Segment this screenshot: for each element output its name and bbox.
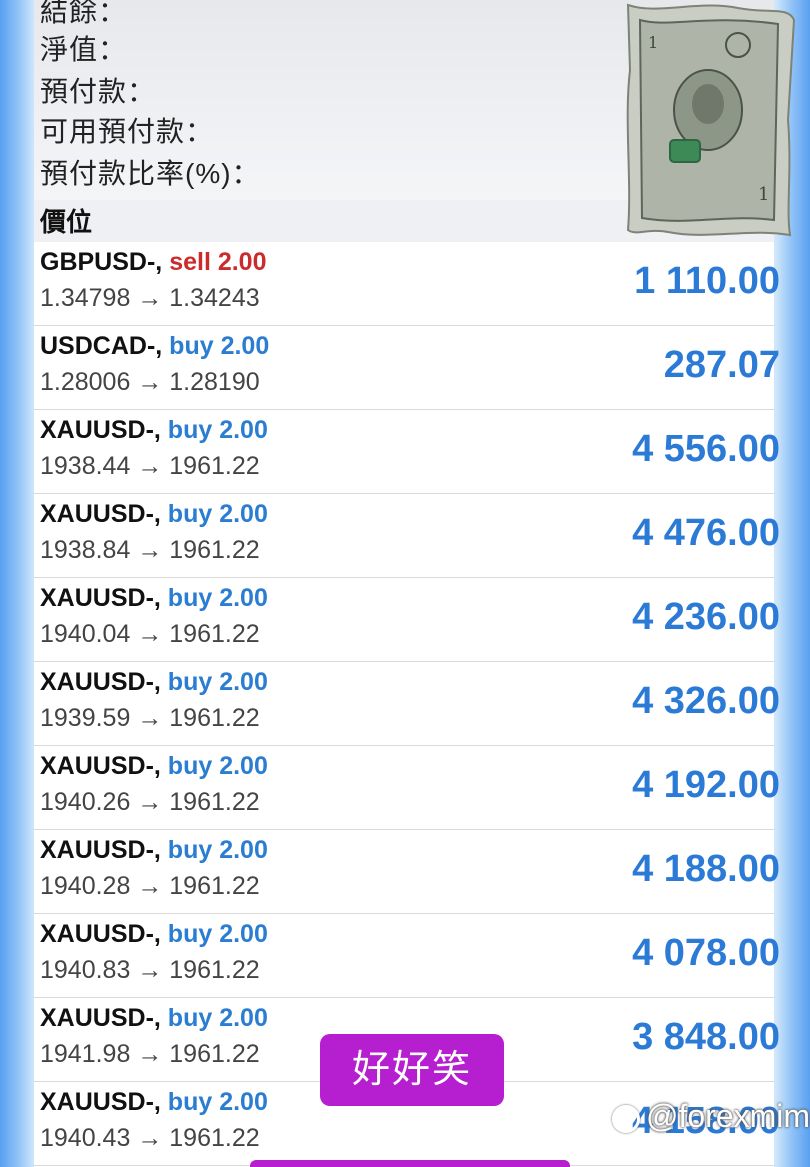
position-symbol: XAUUSD-,	[40, 416, 161, 444]
position-row[interactable]: XAUUSD-, buy 2.00 1938.44 → 1961.22 4 55…	[34, 410, 780, 494]
position-side: buy 2.00	[167, 1088, 268, 1116]
position-prices: 1.28006 → 1.28190	[40, 368, 260, 396]
position-row[interactable]: USDCAD-, buy 2.00 1.28006 → 1.28190 287.…	[34, 326, 780, 410]
position-row[interactable]: XAUUSD-, buy 2.00 1939.59 → 1961.22 4 32…	[34, 662, 780, 746]
position-prices: 1938.44 → 1961.22	[40, 452, 260, 480]
position-side: buy 2.00	[167, 584, 268, 612]
position-prices: 1941.98 → 1961.22	[40, 1040, 260, 1068]
position-prices: 1940.83 → 1961.22	[40, 956, 260, 984]
balance-label: 結餘：	[40, 0, 128, 27]
svg-text:1: 1	[648, 33, 658, 52]
position-header: USDCAD-, buy 2.00	[40, 332, 269, 361]
position-side: sell 2.00	[169, 248, 267, 276]
position-symbol: XAUUSD-,	[40, 1088, 161, 1116]
margin-level-label: 預付款比率(%)：	[40, 158, 261, 189]
position-profit: 3 848.00	[632, 1016, 780, 1058]
position-row[interactable]: XAUUSD-, buy 2.00 1938.84 → 1961.22 4 47…	[34, 494, 780, 578]
position-side: buy 2.00	[167, 500, 268, 528]
position-header: GBPUSD-, sell 2.00	[40, 248, 267, 277]
bottom-strip	[250, 1160, 570, 1167]
position-profit: 1 110.00	[634, 260, 780, 302]
position-prices: 1940.43 → 1961.22	[40, 1124, 260, 1152]
position-header: XAUUSD-, buy 2.00	[40, 836, 268, 865]
position-symbol: XAUUSD-,	[40, 1004, 161, 1032]
position-header: XAUUSD-, buy 2.00	[40, 584, 268, 613]
position-profit: 4 192.00	[632, 764, 780, 806]
position-row[interactable]: XAUUSD-, buy 2.00 1940.83 → 1961.22 4 07…	[34, 914, 780, 998]
position-side: buy 2.00	[169, 332, 270, 360]
position-header: XAUUSD-, buy 2.00	[40, 500, 268, 529]
position-header: XAUUSD-, buy 2.00	[40, 668, 268, 697]
watermark-text: @forexmimi	[646, 1098, 810, 1134]
position-symbol: XAUUSD-,	[40, 584, 161, 612]
position-side: buy 2.00	[167, 836, 268, 864]
position-side: buy 2.00	[167, 920, 268, 948]
position-profit: 4 476.00	[632, 512, 780, 554]
position-profit: 4 188.00	[632, 848, 780, 890]
position-header: XAUUSD-, buy 2.00	[40, 1004, 268, 1033]
position-side: buy 2.00	[167, 668, 268, 696]
position-symbol: XAUUSD-,	[40, 668, 161, 696]
position-header: XAUUSD-, buy 2.00	[40, 920, 268, 949]
position-row[interactable]: GBPUSD-, sell 2.00 1.34798 → 1.34243 1 1…	[34, 242, 780, 326]
position-profit: 4 326.00	[632, 680, 780, 722]
position-symbol: XAUUSD-,	[40, 752, 161, 780]
position-header: XAUUSD-, buy 2.00	[40, 1088, 268, 1117]
position-prices: 1939.59 → 1961.22	[40, 704, 260, 732]
position-side: buy 2.00	[167, 416, 268, 444]
position-prices: 1938.84 → 1961.22	[40, 536, 260, 564]
position-header: XAUUSD-, buy 2.00	[40, 752, 268, 781]
position-symbol: XAUUSD-,	[40, 836, 161, 864]
position-prices: 1.34798 → 1.34243	[40, 284, 260, 312]
position-row[interactable]: XAUUSD-, buy 2.00 1940.26 → 1961.22 4 19…	[34, 746, 780, 830]
dollar-bill-icon: 1 1	[618, 0, 798, 240]
position-prices: 1940.04 → 1961.22	[40, 620, 260, 648]
position-row[interactable]: XAUUSD-, buy 2.00 1940.04 → 1961.22 4 23…	[34, 578, 780, 662]
equity-label: 淨值：	[40, 34, 128, 65]
position-prices: 1940.26 → 1961.22	[40, 788, 260, 816]
position-profit: 287.07	[663, 344, 780, 386]
svg-text:1: 1	[758, 184, 769, 205]
social-logo-icon	[612, 1104, 640, 1133]
position-prices: 1940.28 → 1961.22	[40, 872, 260, 900]
free-margin-label: 可用預付款：	[40, 116, 215, 147]
position-profit: 4 078.00	[632, 932, 780, 974]
caption-badge: 好好笑	[320, 1034, 504, 1106]
position-profit: 4 236.00	[632, 596, 780, 638]
position-row[interactable]: XAUUSD-, buy 2.00 1940.28 → 1961.22 4 18…	[34, 830, 780, 914]
position-symbol: USDCAD-,	[40, 332, 163, 360]
margin-label: 預付款：	[40, 76, 157, 107]
watermark: @forexmimi	[612, 1098, 810, 1135]
position-side: buy 2.00	[167, 752, 268, 780]
position-header: XAUUSD-, buy 2.00	[40, 416, 268, 445]
position-symbol: GBPUSD-,	[40, 248, 163, 276]
position-symbol: XAUUSD-,	[40, 500, 161, 528]
position-profit: 4 556.00	[632, 428, 780, 470]
positions-title: 價位	[40, 207, 93, 237]
position-side: buy 2.00	[167, 1004, 268, 1032]
positions-list: GBPUSD-, sell 2.00 1.34798 → 1.34243 1 1…	[34, 242, 780, 1166]
position-symbol: XAUUSD-,	[40, 920, 161, 948]
